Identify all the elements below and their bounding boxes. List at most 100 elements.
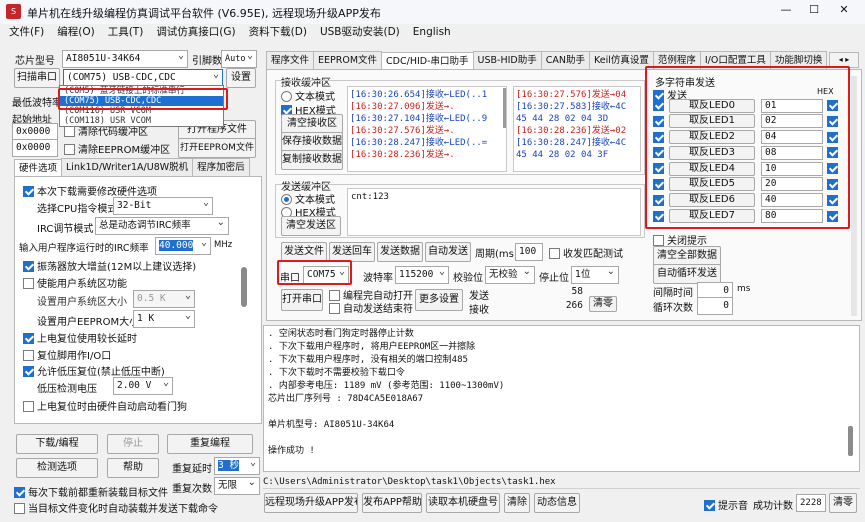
start-addr-2[interactable]: 0x0000 bbox=[12, 139, 58, 157]
download-button[interactable]: 下载/编程 bbox=[16, 434, 98, 454]
hardware-options-panel: 本次下载需要修改硬件选项 选择CPU指令模式 32-Bit IRC调节模式 总是… bbox=[14, 176, 262, 424]
low-volt-select[interactable]: 2.00 V bbox=[113, 377, 173, 395]
recv-line: [16:30:28.236]发送→. bbox=[350, 150, 455, 160]
tab-cdc-serial[interactable]: CDC/HID-串口助手 bbox=[381, 52, 474, 70]
clear-recv-button[interactable]: 清空接收区 bbox=[281, 114, 343, 134]
irc-freq-input[interactable]: 40.000 bbox=[155, 237, 211, 255]
remote-upgrade-button[interactable]: 远程现场升级APP发布 bbox=[264, 493, 358, 513]
close-button[interactable]: ✕ bbox=[831, 3, 857, 16]
menu-english[interactable]: English bbox=[413, 24, 451, 42]
menu-program[interactable]: 编程(O) bbox=[57, 24, 94, 42]
auto-close-option[interactable]: 自动发送结束符 bbox=[329, 300, 413, 315]
more-settings-button[interactable]: 更多设置 bbox=[415, 289, 463, 311]
pin-count-select[interactable]: Auto bbox=[221, 50, 257, 68]
repeat-count-select[interactable]: 无限 bbox=[214, 477, 260, 495]
osc-gain-option[interactable]: 振荡器放大增益(12M以上建议选择) bbox=[23, 258, 196, 273]
recv-match-option[interactable]: 收发匹配测试 bbox=[549, 245, 623, 260]
clear-send-button[interactable]: 清空发送区 bbox=[281, 216, 341, 236]
tab-keil[interactable]: Keil仿真设置 bbox=[588, 51, 654, 69]
help-button[interactable]: 帮助 bbox=[107, 458, 159, 478]
title-bar: S 单片机在线升级编程仿真调试平台软件 (V6.95E), 远程现场升级APP发… bbox=[0, 0, 865, 24]
scan-port-button[interactable]: 扫描串口 bbox=[14, 68, 60, 88]
clear-code-label: 清除代码缓冲区 bbox=[78, 127, 148, 138]
anim-info-button[interactable]: 动态信息 bbox=[534, 493, 580, 513]
tab-usb-hid[interactable]: USB-HID助手 bbox=[472, 51, 542, 69]
period-input[interactable]: 100 bbox=[515, 243, 543, 261]
tab-can[interactable]: CAN助手 bbox=[540, 51, 590, 69]
maximize-button[interactable]: ☐ bbox=[801, 3, 827, 16]
publish-app-help-button[interactable]: 发布APP帮助 bbox=[362, 493, 422, 513]
tab-offline[interactable]: Link1D/Writer1A/U8W脱机 bbox=[61, 158, 194, 176]
parity-select[interactable]: 无校验 bbox=[485, 266, 535, 284]
auto-loop-button[interactable]: 自动循环发送 bbox=[653, 264, 721, 284]
save-recv-button[interactable]: 保存接收数据 bbox=[281, 132, 343, 152]
copy-recv-button[interactable]: 复制接收数据 bbox=[281, 150, 343, 170]
clear-success-button[interactable]: 清零 bbox=[829, 493, 857, 513]
clear-eeprom-option[interactable]: 清除EEPROM缓冲区 bbox=[64, 141, 170, 156]
read-disk-button[interactable]: 读取本机硬盘号 bbox=[426, 493, 500, 513]
check-options-button[interactable]: 检测选项 bbox=[16, 458, 98, 478]
stop-button[interactable]: 停止 bbox=[107, 434, 159, 454]
repeat-delay-label: 重复延时 bbox=[172, 464, 212, 475]
loop-count-input[interactable]: 0 bbox=[697, 297, 733, 315]
recv-count-value: 266 bbox=[565, 300, 583, 311]
menu-file[interactable]: 文件(F) bbox=[9, 24, 44, 42]
tip-sound-option[interactable]: 提示音 bbox=[704, 497, 748, 512]
open-port-button[interactable]: 打开串口 bbox=[281, 289, 323, 311]
repeat-delay-value: 3 秒 bbox=[218, 460, 239, 471]
repeat-delay-select[interactable]: 3 秒 bbox=[214, 457, 260, 475]
send-file-button[interactable]: 发送文件 bbox=[281, 242, 327, 262]
tab-program-file[interactable]: 程序文件 bbox=[266, 51, 315, 69]
send-textarea[interactable]: cnt:123 bbox=[347, 188, 641, 236]
clear-all-button[interactable]: 清空全部数据 bbox=[653, 246, 721, 266]
power-reset-option[interactable]: 上电复位使用较长延时 bbox=[23, 330, 137, 345]
interval-unit: ms bbox=[737, 284, 751, 294]
recv-text-mode[interactable]: 文本模式 bbox=[281, 88, 335, 103]
auto-load-option[interactable]: 当目标文件变化时自动装载并发送下载命令 bbox=[14, 500, 218, 515]
auto-send-button[interactable]: 自动发送 bbox=[425, 242, 471, 262]
dropdown-option[interactable]: (COM118) USR VCOM bbox=[60, 116, 223, 126]
minimize-button[interactable]: — bbox=[773, 3, 799, 16]
log-line: . 内部参考电压: 1189 mV (参考范围: 1100~1300mV) bbox=[268, 381, 505, 391]
menu-usb-driver[interactable]: USB驱动安装(D) bbox=[320, 24, 400, 42]
need-modify-option[interactable]: 本次下载需要修改硬件选项 bbox=[23, 183, 157, 198]
osc-gain-label: 振荡器放大增益(12M以上建议选择) bbox=[37, 262, 197, 273]
menu-download[interactable]: 资料下载(D) bbox=[249, 24, 307, 42]
irc-freq-value: 40.000 bbox=[159, 240, 194, 251]
irc-mode-select[interactable]: 总是动态调节IRC频率 bbox=[95, 217, 229, 235]
reprogram-button[interactable]: 重复编程 bbox=[167, 434, 253, 454]
reset-io-option[interactable]: 复位脚用作I/O口 bbox=[23, 347, 111, 362]
tab-hardware[interactable]: 硬件选项 bbox=[14, 159, 63, 177]
chip-model-select[interactable]: AI8051U-34K64 bbox=[62, 50, 188, 68]
wdt-option[interactable]: 上电复位时由硬件自动启动看门狗 bbox=[23, 398, 187, 413]
highlight-serial-port bbox=[277, 260, 352, 285]
reload-option[interactable]: 每次下载前都重新装载目标文件 bbox=[14, 484, 168, 499]
irc-freq-label: 输入用户程序运行时的IRC频率 bbox=[19, 243, 149, 254]
clear-counts-button[interactable]: 清零 bbox=[589, 296, 617, 312]
cpu-mode-select[interactable]: 32-Bit bbox=[113, 197, 213, 215]
send-data-button[interactable]: 发送数据 bbox=[377, 242, 423, 262]
low-volt-option[interactable]: 允许低压复位(禁止低压中断) bbox=[23, 363, 165, 378]
baud-rate-select[interactable]: 115200 bbox=[395, 266, 449, 284]
eeprom-size-select[interactable]: 1 K bbox=[133, 310, 195, 328]
sys-size-select[interactable]: 0.5 K bbox=[133, 290, 195, 308]
log-scrollbar[interactable] bbox=[848, 426, 853, 456]
recv-scroll-left[interactable] bbox=[503, 88, 506, 128]
menu-debug[interactable]: 调试仿真接口(G) bbox=[156, 24, 235, 42]
recv-match-label: 收发匹配测试 bbox=[563, 249, 623, 260]
tab-encrypt[interactable]: 程序加密后 bbox=[192, 158, 250, 176]
clear-log-button[interactable]: 清除 bbox=[504, 493, 530, 513]
recv-log-left: [16:30:26.654]接收←LED(..1 [16:30:27.096]发… bbox=[347, 86, 507, 172]
recv-line: [16:30:27.096]发送→. bbox=[350, 102, 455, 112]
multi-scrollbar[interactable] bbox=[851, 76, 857, 316]
open-eeprom-button[interactable]: 打开EEPROM文件 bbox=[178, 138, 256, 158]
menu-tools[interactable]: 工具(T) bbox=[108, 24, 144, 42]
user-sys-option[interactable]: 使能用户系统区功能 bbox=[23, 275, 127, 290]
settings-button[interactable]: 设置 bbox=[226, 68, 256, 88]
options-scrollbar[interactable] bbox=[241, 267, 247, 307]
stop-bits-select[interactable]: 1位 bbox=[571, 266, 619, 284]
low-volt-value-label: 低压检测电压 bbox=[37, 384, 97, 395]
send-return-button[interactable]: 发送回车 bbox=[329, 242, 375, 262]
close-tip-option[interactable]: 关闭提示 bbox=[653, 232, 707, 247]
tab-eeprom-file[interactable]: EEPROM文件 bbox=[313, 51, 383, 69]
